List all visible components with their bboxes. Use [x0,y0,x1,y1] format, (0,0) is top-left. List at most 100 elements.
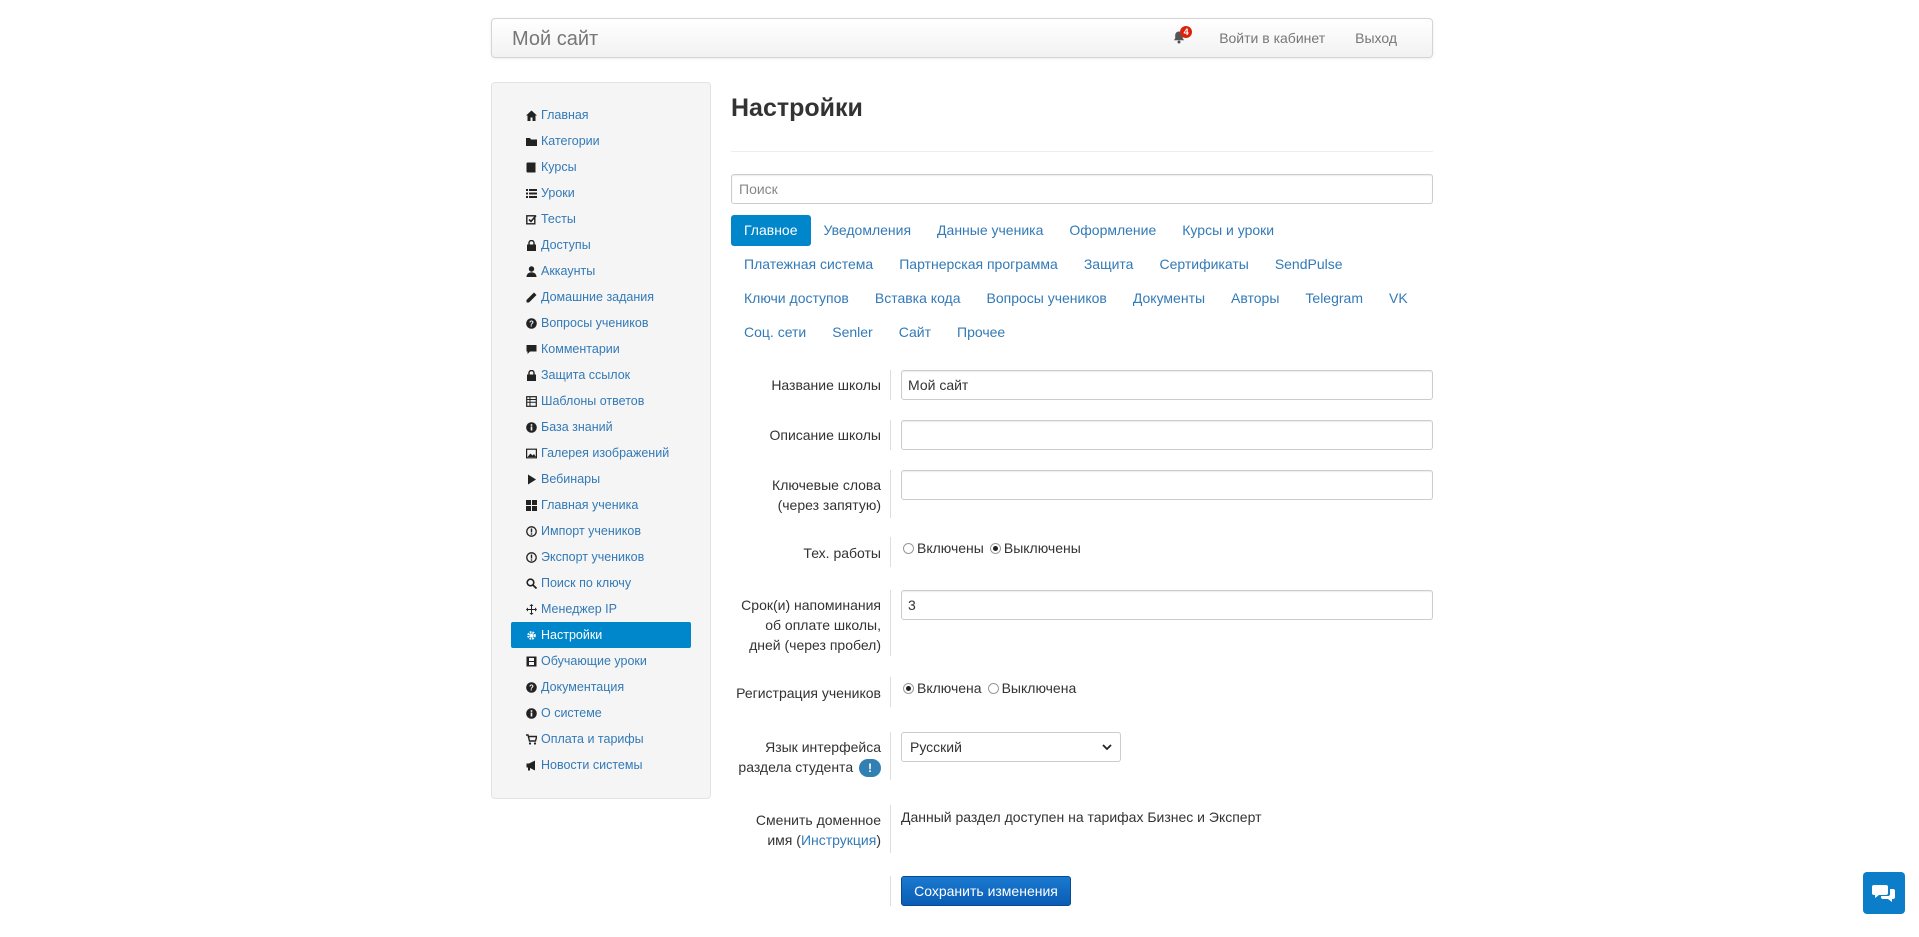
logout-link[interactable]: Выход [1340,30,1412,46]
maintenance-on-label[interactable]: Включены [917,540,984,556]
tab-2-3[interactable]: Документы [1120,283,1218,314]
sidebar-item-25[interactable]: Новости системы [511,752,691,778]
sidebar-item-0[interactable]: Главная [511,102,691,128]
tab-3-3[interactable]: Прочее [944,317,1018,348]
list-icon [526,188,537,199]
tab-1-1[interactable]: Партнерская программа [886,249,1071,280]
sidebar-item-label: Менеджер IP [541,602,617,616]
sidebar-item-8[interactable]: ? Вопросы учеников [511,310,691,336]
notification-count-badge: 4 [1180,26,1193,38]
tab-0-1[interactable]: Уведомления [811,215,925,246]
sidebar-item-18[interactable]: Поиск по ключу [511,570,691,596]
lock-icon [526,239,537,251]
edit-check-icon [526,214,537,225]
sidebar-item-label: Оплата и тарифы [541,732,644,746]
sidebar-item-7[interactable]: Домашние задания [511,284,691,310]
instruction-link[interactable]: Инструкция [801,832,876,848]
sidebar-item-label: Защита ссылок [541,368,631,382]
school-desc-input[interactable] [901,420,1433,450]
school-name-input[interactable] [901,370,1433,400]
sidebar-item-label: База знаний [541,420,613,434]
folder-icon [526,136,537,147]
sidebar-item-label: Вопросы учеников [541,316,649,330]
sidebar-item-16[interactable]: Импорт учеников [511,518,691,544]
tab-2-0[interactable]: Ключи доступов [731,283,862,314]
tab-0-4[interactable]: Курсы и уроки [1169,215,1287,246]
keywords-label: Ключевые слова (через запятую) [731,475,881,515]
tab-0-3[interactable]: Оформление [1056,215,1169,246]
tab-2-1[interactable]: Вставка кода [862,283,974,314]
sidebar-item-6[interactable]: Аккаунты [511,258,691,284]
sidebar-item-label: Поиск по ключу [541,576,632,590]
sidebar-item-17[interactable]: Экспорт учеников [511,544,691,570]
sidebar-item-21[interactable]: Обучающие уроки [511,648,691,674]
save-changes-button[interactable]: Сохранить изменения [901,876,1071,906]
sidebar-item-4[interactable]: Тесты [511,206,691,232]
tab-1-4[interactable]: SendPulse [1262,249,1356,280]
sidebar-item-24[interactable]: Оплата и тарифы [511,726,691,752]
reminder-input[interactable] [901,590,1433,620]
tab-2-4[interactable]: Авторы [1218,283,1292,314]
exclamation-circle-icon [526,551,537,563]
tab-1-3[interactable]: Сертификаты [1146,249,1261,280]
tab-3-2[interactable]: Сайт [886,317,944,348]
top-navbar: Мой сайт 4 Войти в кабинет Выход [491,18,1433,58]
tab-2-6[interactable]: VK [1376,283,1421,314]
language-info-badge[interactable]: ! [859,759,881,778]
sidebar-item-11[interactable]: Шаблоны ответов [511,388,691,414]
sidebar-item-23[interactable]: О системе [511,700,691,726]
sidebar-item-10[interactable]: Защита ссылок [511,362,691,388]
login-cabinet-link[interactable]: Войти в кабинет [1204,30,1340,46]
sidebar-item-20[interactable]: Настройки [511,622,691,648]
tab-3-1[interactable]: Senler [819,317,885,348]
sidebar-item-9[interactable]: Комментарии [511,336,691,362]
registration-on-label[interactable]: Включена [917,680,982,696]
sidebar-item-label: Настройки [541,628,603,642]
sidebar-item-12[interactable]: База знаний [511,414,691,440]
sidebar-item-14[interactable]: Вебинары [511,466,691,492]
sidebar-item-15[interactable]: Главная ученика [511,492,691,518]
maintenance-on-radio[interactable] [903,542,914,554]
tab-0-2[interactable]: Данные ученика [924,215,1056,246]
sidebar-item-label: Комментарии [541,342,620,356]
tab-row: Ключи доступов Вставка кода Вопросы ученик… [731,283,1433,314]
maintenance-off-radio[interactable] [989,542,1001,554]
reminder-label: Срок(и) напоминания об оплате школы, дне… [731,595,881,655]
chat-bubbles-icon [1872,885,1895,902]
brand-logo[interactable]: Мой сайт [512,28,598,51]
sidebar: Главная Категории Курсы Уроки Тесты Доступы Ак… [491,82,711,799]
notifications-button[interactable]: 4 [1170,26,1193,48]
sidebar-item-3[interactable]: Уроки [511,180,691,206]
tab-2-5[interactable]: Telegram [1292,283,1376,314]
tab-0-0[interactable]: Главное [731,215,811,246]
chevron-down-icon [1102,743,1112,750]
reminder-label-line-3: дней (через пробел) [749,637,881,653]
dashboard-icon [526,499,537,511]
gear-icon [526,630,537,641]
sidebar-item-13[interactable]: Галерея изображений [511,440,691,466]
language-select[interactable]: Русский [901,732,1121,762]
divider [890,470,891,518]
keywords-input[interactable] [901,470,1433,500]
comment-icon [526,344,537,355]
registration-off-label[interactable]: Выключена [1002,680,1077,696]
sidebar-item-19[interactable]: Менеджер IP [511,596,691,622]
sidebar-item-2[interactable]: Курсы [511,154,691,180]
registration-radio-group: Включена Выключена [901,678,1080,698]
sidebar-item-1[interactable]: Категории [511,128,691,154]
tab-3-0[interactable]: Соц. сети [731,317,819,348]
settings-search-input[interactable] [731,174,1433,204]
school-name-label: Название школы [771,377,881,393]
divider [890,590,891,656]
chat-widget-button[interactable] [1863,872,1905,914]
sidebar-item-22[interactable]: ? Документация [511,674,691,700]
tab-2-2[interactable]: Вопросы учеников [974,283,1120,314]
sidebar-item-5[interactable]: Доступы [511,232,691,258]
registration-on-radio[interactable] [903,682,914,694]
sidebar-item-label: Главная ученика [541,498,639,512]
maintenance-off-label[interactable]: Выключены [1004,540,1081,556]
tab-1-2[interactable]: Защита [1071,249,1147,280]
language-label-text: раздела студента [738,759,854,775]
registration-off-radio[interactable] [987,682,999,694]
tab-1-0[interactable]: Платежная система [731,249,886,280]
